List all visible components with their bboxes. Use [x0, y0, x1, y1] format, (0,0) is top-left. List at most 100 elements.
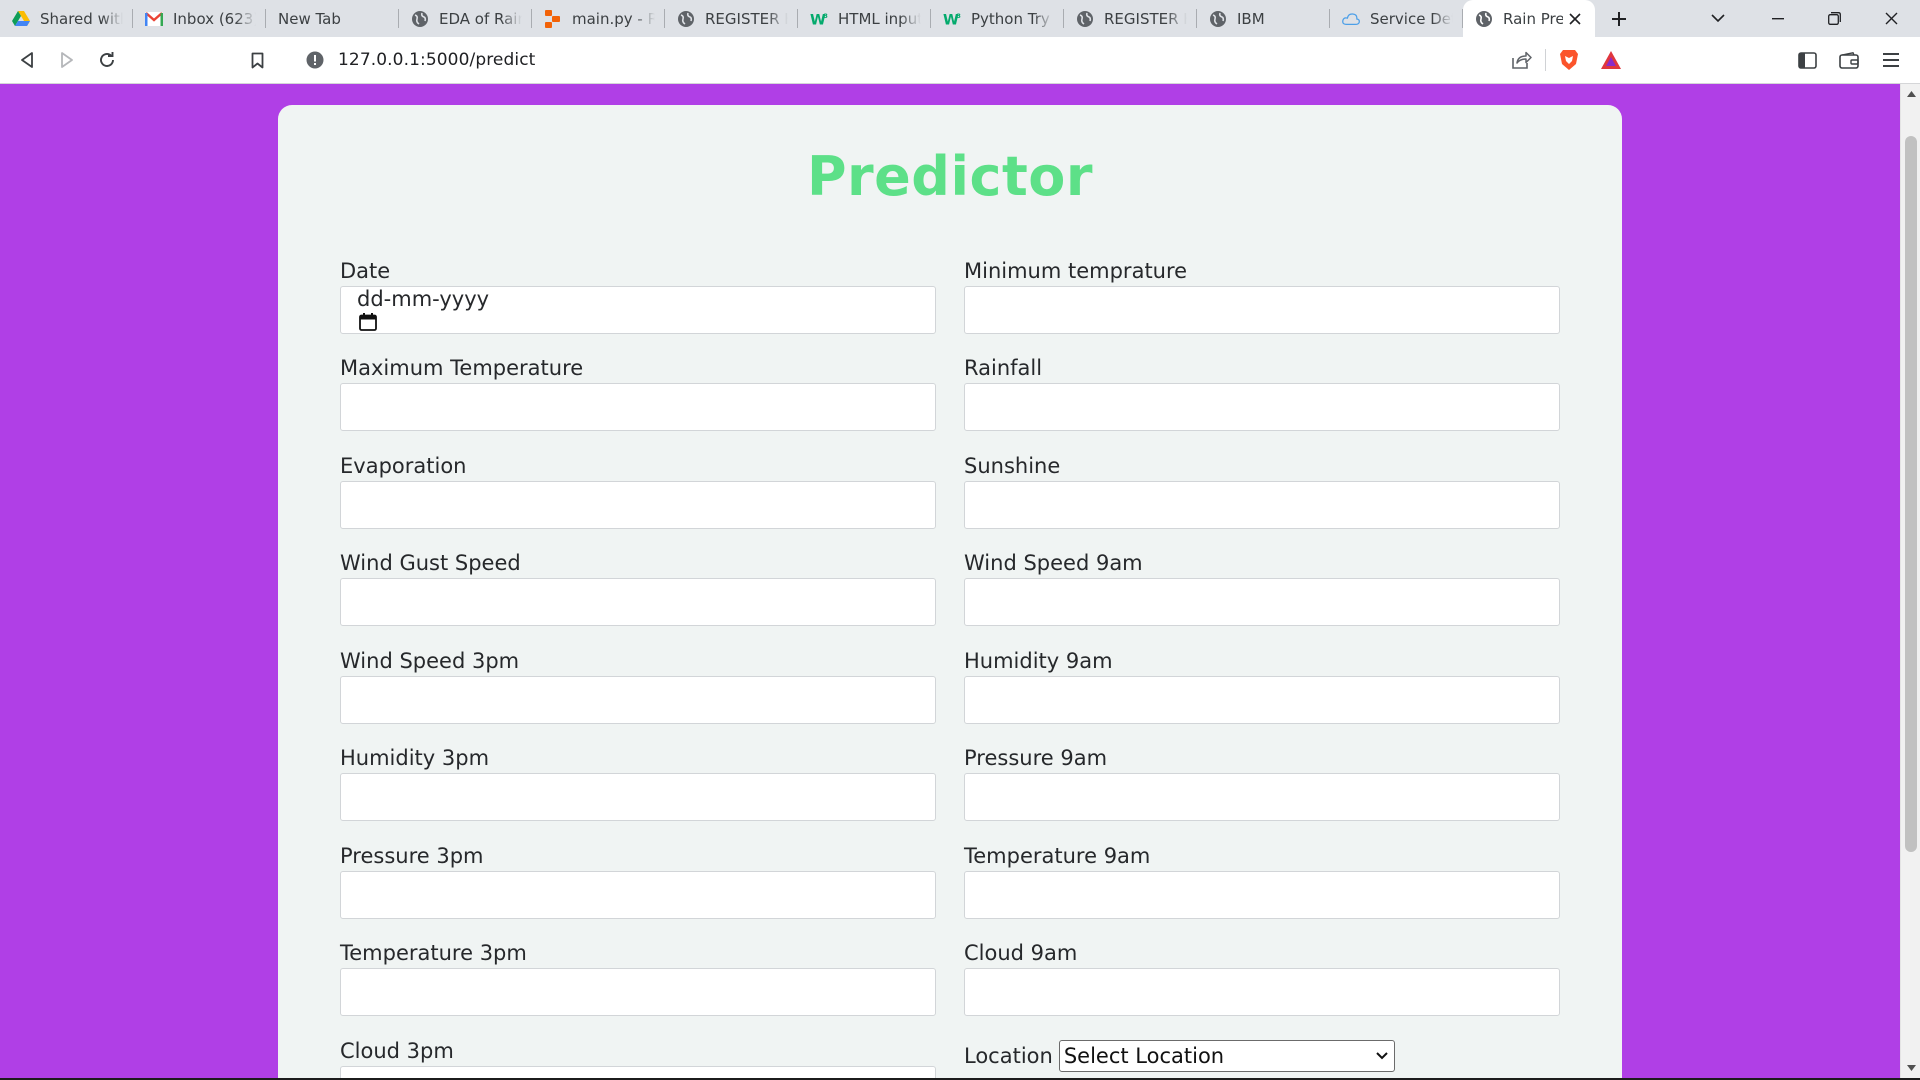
chevron-down-icon [1711, 14, 1725, 23]
tab-title: Service Deta [1370, 9, 1453, 28]
date-label: Date [340, 259, 391, 283]
temp-9am-field: Temperature 9am [964, 841, 1560, 919]
tab-register-2[interactable]: REGISTER HE [1064, 0, 1197, 37]
tab-title: Inbox (623) - [173, 9, 256, 28]
max-temp-input[interactable] [340, 383, 936, 431]
pressure-3pm-field: Pressure 3pm [340, 841, 936, 919]
info-icon[interactable] [304, 49, 326, 71]
temp-3pm-label: Temperature 3pm [340, 941, 527, 965]
wind-gust-speed-field: Wind Gust Speed [340, 548, 936, 626]
close-icon[interactable] [1565, 9, 1585, 29]
temp-3pm-field: Temperature 3pm [340, 938, 936, 1016]
tab-python-try[interactable]: W3 Python Try E [931, 0, 1064, 37]
evaporation-input[interactable] [340, 481, 936, 529]
globe-icon [1076, 10, 1094, 28]
wind-gust-speed-label: Wind Gust Speed [340, 551, 521, 575]
tab-register-1[interactable]: REGISTER HE [665, 0, 798, 37]
share-icon[interactable] [1501, 41, 1543, 79]
cloud-icon [1342, 10, 1360, 28]
cloud-3pm-label: Cloud 3pm [340, 1039, 454, 1063]
url-text[interactable]: 127.0.0.1:5000/predict [338, 50, 535, 70]
minimize-button[interactable] [1749, 0, 1806, 37]
wind-speed-9am-input[interactable] [964, 578, 1560, 626]
humidity-3pm-input[interactable] [340, 773, 936, 821]
globe-icon [1209, 10, 1227, 28]
new-tab-button[interactable] [1601, 0, 1637, 37]
pressure-3pm-label: Pressure 3pm [340, 844, 484, 868]
cloud-3pm-input[interactable] [340, 1066, 936, 1078]
rainfall-input[interactable] [964, 383, 1560, 431]
window-controls [1693, 0, 1920, 37]
tab-shared-with-me[interactable]: Shared with me [0, 0, 133, 37]
plus-icon [1612, 11, 1626, 26]
wind-speed-3pm-field: Wind Speed 3pm [340, 646, 936, 724]
tab-search-button[interactable] [1693, 0, 1743, 37]
wallet-icon[interactable] [1828, 41, 1870, 79]
sunshine-input[interactable] [964, 481, 1560, 529]
tab-title: Python Try E [971, 9, 1054, 28]
wind-gust-speed-input[interactable] [340, 578, 936, 626]
tab-rain-prediction[interactable]: Rain Prec [1463, 0, 1595, 37]
pressure-9am-label: Pressure 9am [964, 746, 1108, 770]
scroll-down-arrow-icon[interactable] [1901, 1058, 1920, 1078]
page-scrollbar[interactable] [1900, 84, 1920, 1078]
min-temp-input[interactable] [964, 286, 1560, 334]
w3schools-icon: W3 [810, 10, 828, 28]
tab-strip: Shared with me Inbox (623) - New Tab EDA… [0, 0, 1920, 37]
globe-icon [1475, 10, 1493, 28]
min-temp-label: Minimum temprature [964, 259, 1188, 283]
tab-title: Rain Prec [1503, 9, 1563, 28]
location-selected: Select Location [1063, 1044, 1225, 1068]
tab-title: Shared with me [40, 9, 123, 28]
divider [1545, 49, 1546, 71]
date-placeholder: dd-mm-yyyy [357, 287, 490, 311]
date-input[interactable]: dd-mm-yyyy [340, 286, 936, 334]
menu-icon[interactable] [1870, 41, 1912, 79]
bookmark-button[interactable] [238, 41, 276, 79]
replit-icon [544, 9, 562, 28]
tab-replit-main[interactable]: main.py - Rep [532, 0, 665, 37]
close-icon [1885, 12, 1898, 25]
temp-3pm-input[interactable] [340, 968, 936, 1016]
forward-button[interactable] [48, 41, 86, 79]
calendar-icon[interactable] [357, 311, 379, 333]
close-window-button[interactable] [1863, 0, 1920, 37]
reload-button[interactable] [88, 41, 126, 79]
w3schools-icon: W3 [943, 10, 961, 28]
temp-9am-input[interactable] [964, 871, 1560, 919]
pressure-3pm-input[interactable] [340, 871, 936, 919]
tab-eda-rainfall[interactable]: EDA of Rainfall [399, 0, 532, 37]
tab-service-details[interactable]: Service Deta [1330, 0, 1463, 37]
back-button[interactable] [8, 41, 46, 79]
humidity-9am-input[interactable] [964, 676, 1560, 724]
brave-shields-icon[interactable] [1548, 41, 1590, 79]
tab-html-input[interactable]: W3 HTML input [798, 0, 931, 37]
humidity-9am-field: Humidity 9am [964, 646, 1560, 724]
pressure-9am-field: Pressure 9am [964, 743, 1560, 821]
address-bar[interactable]: 127.0.0.1:5000/predict [292, 41, 1632, 79]
tab-gmail-inbox[interactable]: Inbox (623) - [133, 0, 266, 37]
location-label: Location [964, 1044, 1053, 1068]
brave-rewards-icon[interactable] [1590, 41, 1632, 79]
page-title: Predictor [806, 145, 1094, 208]
evaporation-label: Evaporation [340, 454, 467, 478]
tab-ibm[interactable]: IBM [1197, 0, 1330, 37]
sunshine-label: Sunshine [964, 454, 1061, 478]
wind-speed-3pm-input[interactable] [340, 676, 936, 724]
tab-title: REGISTER HE [1104, 9, 1187, 28]
cloud-9am-input[interactable] [964, 968, 1560, 1016]
gmail-icon [145, 10, 163, 28]
svg-text:3: 3 [824, 13, 828, 20]
tab-title: New Tab [278, 9, 341, 28]
scroll-up-arrow-icon[interactable] [1901, 84, 1920, 104]
sidebar-icon[interactable] [1786, 41, 1828, 79]
evaporation-field: Evaporation [340, 451, 936, 529]
location-select[interactable]: Select Location [1058, 1040, 1395, 1072]
restore-button[interactable] [1806, 0, 1863, 37]
scrollbar-thumb[interactable] [1905, 136, 1917, 852]
humidity-9am-label: Humidity 9am [964, 649, 1113, 673]
cloud-3pm-field: Cloud 3pm [340, 1036, 936, 1078]
page-viewport: Predictor Date dd-mm-yyyy Minimum tempra… [0, 84, 1900, 1078]
pressure-9am-input[interactable] [964, 773, 1560, 821]
tab-new-tab[interactable]: New Tab [266, 0, 399, 37]
